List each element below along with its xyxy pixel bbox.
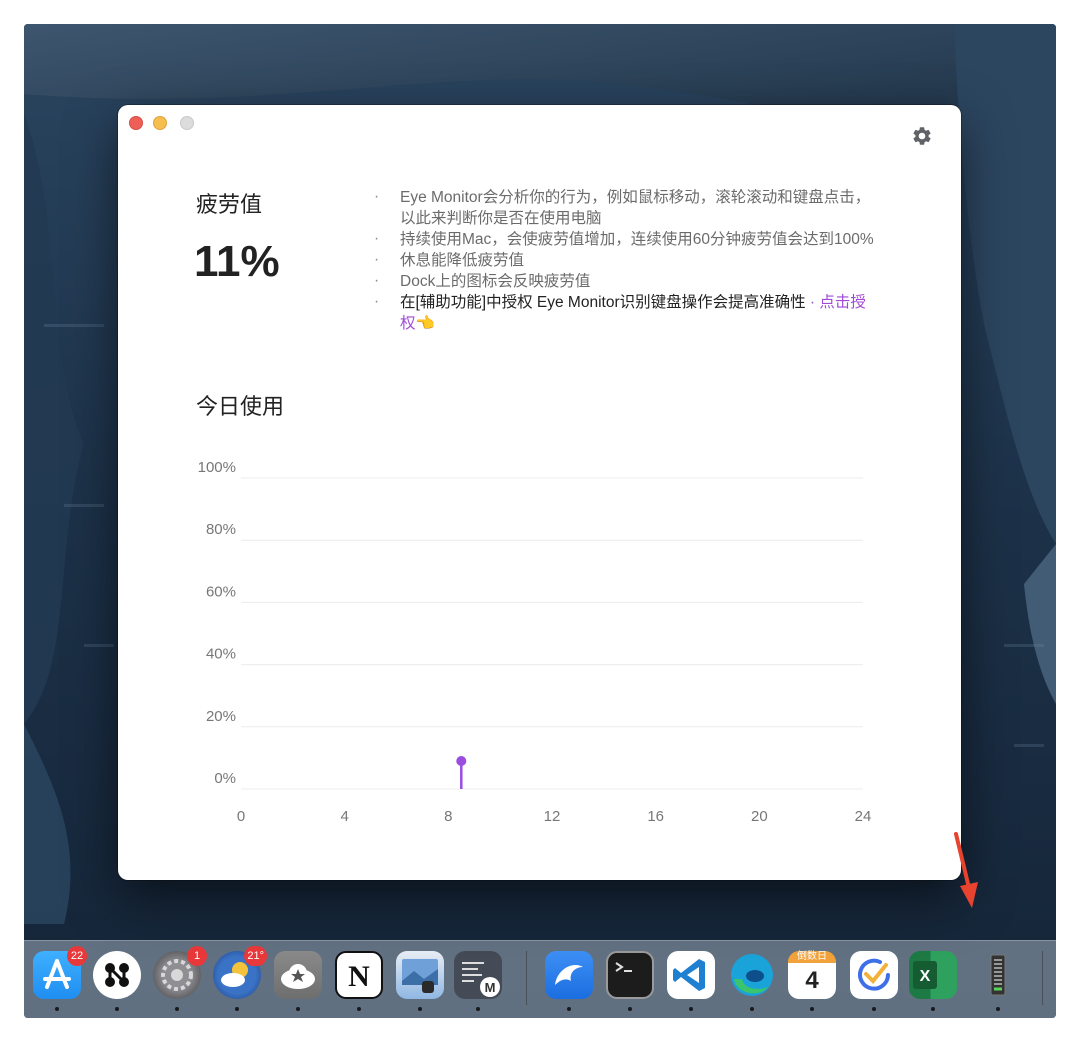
running-indicator [750, 1007, 754, 1011]
notion-icon[interactable]: N [335, 951, 383, 999]
y-tick-label: 60% [206, 583, 236, 600]
running-indicator [996, 1007, 1000, 1011]
running-indicator [115, 1007, 119, 1011]
countdown-label: 倒数日 [797, 951, 827, 962]
x-tick-label: 8 [444, 808, 452, 825]
running-indicator [567, 1007, 571, 1011]
red-arrow-annotation [954, 832, 978, 908]
excel-icon[interactable]: X [909, 951, 957, 999]
calendar-icon[interactable]: 倒数日 4 [788, 951, 836, 999]
x-tick-label: 4 [340, 808, 348, 825]
notification-badge: 22 [67, 946, 87, 966]
y-tick-label: 80% [206, 521, 236, 538]
usage-series-point [456, 756, 467, 767]
dock-separator [526, 951, 527, 1005]
terminal-icon[interactable] [606, 951, 654, 999]
running-indicator [628, 1007, 632, 1011]
dock-separator [1042, 951, 1043, 1005]
x-tick-label: 16 [647, 808, 664, 825]
y-tick-label: 20% [206, 708, 236, 725]
x-tick-label: 20 [751, 808, 768, 825]
eye-monitor-level-icon[interactable] [974, 951, 1022, 999]
y-tick-label: 0% [214, 770, 236, 787]
notification-badge: 1 [187, 946, 207, 966]
preview-icon[interactable] [396, 951, 444, 999]
x-tick-label: 12 [544, 808, 561, 825]
usage-chart: 0% 20% 40% 60% 80% 100% 0 4 8 12 16 20 24 [198, 459, 872, 825]
running-indicator [689, 1007, 693, 1011]
craft-icon[interactable] [93, 951, 141, 999]
running-indicator [55, 1007, 59, 1011]
svg-text:M: M [485, 980, 496, 995]
running-indicator [175, 1007, 179, 1011]
running-indicator [296, 1007, 300, 1011]
svg-text:X: X [920, 968, 931, 985]
running-indicator [357, 1007, 361, 1011]
running-indicator [872, 1007, 876, 1011]
eye-monitor-window: 疲劳值 11% Eye Monitor会分析你的行为，例如鼠标移动，滚轮滚动和键… [118, 105, 961, 880]
edge-icon[interactable] [728, 951, 776, 999]
x-tick-label: 0 [237, 808, 245, 825]
running-indicator [476, 1007, 480, 1011]
y-tick-label: 100% [198, 459, 236, 476]
app-store-icon[interactable]: 22 [33, 946, 87, 999]
reeder-icon[interactable] [274, 951, 322, 999]
ticktick-icon[interactable] [850, 951, 898, 999]
system-preferences-icon[interactable]: 1 [153, 946, 207, 999]
script-editor-icon[interactable]: M [454, 951, 502, 999]
running-indicator [931, 1007, 935, 1011]
running-indicator [418, 1007, 422, 1011]
vscode-icon[interactable] [667, 951, 715, 999]
notification-badge: 21° [244, 946, 267, 966]
countdown-number: 4 [805, 967, 819, 994]
x-tick-label: 24 [855, 808, 872, 825]
svg-text:N: N [348, 960, 370, 993]
dock: 22 1 21° N M 倒数日 4 X [24, 940, 1056, 1018]
running-indicator [810, 1007, 814, 1011]
y-tick-label: 40% [206, 646, 236, 663]
surf-icon[interactable] [545, 951, 593, 999]
weather-icon[interactable]: 21° [213, 946, 267, 999]
running-indicator [235, 1007, 239, 1011]
